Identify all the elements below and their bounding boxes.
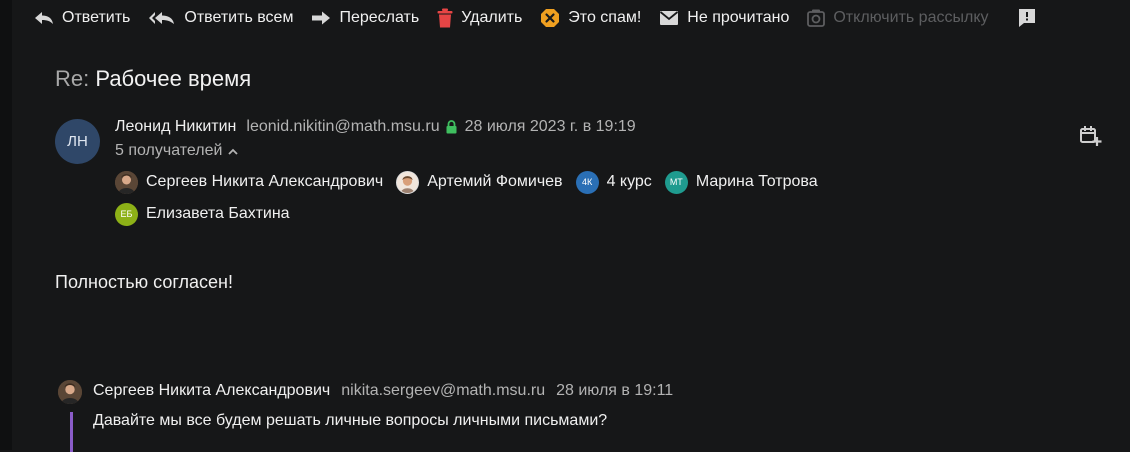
quoted-text: Давайте мы все будем решать личные вопро… (93, 412, 608, 429)
recipient-chip[interactable]: 4К 4 курс (575, 170, 652, 194)
chevron-up-icon (228, 148, 239, 155)
message-body: Полностью согласен! (55, 272, 233, 292)
reply-all-button[interactable]: Ответить всем (139, 0, 302, 36)
message-toolbar: Ответить Ответить всем Переслать Удалить… (12, 0, 1130, 36)
recipient-avatar: 4К (575, 170, 599, 194)
forward-label: Переслать (339, 9, 420, 26)
spam-icon (541, 9, 560, 27)
reply-arrow-icon (35, 12, 53, 24)
forward-button[interactable]: Переслать (302, 0, 428, 36)
unsubscribe-button[interactable]: Отключить рассылку (798, 0, 997, 36)
recipient-chip[interactable]: МТ Марина Тотрова (664, 170, 818, 194)
unsubscribe-label: Отключить рассылку (833, 9, 989, 26)
lock-icon (446, 120, 457, 134)
spam-label: Это спам! (568, 9, 642, 26)
sender-line: Леонид Никитин leonid.nikitin@math.msu.r… (115, 118, 636, 136)
spam-button[interactable]: Это спам! (531, 0, 650, 36)
quoted-header: Сергеев Никита Александрович nikita.serg… (93, 382, 673, 400)
sender-email[interactable]: leonid.nikitin@math.msu.ru (246, 118, 439, 136)
quoted-avatar[interactable] (58, 380, 82, 404)
forward-arrow-icon (312, 11, 331, 25)
quoted-sender-name[interactable]: Сергеев Никита Александрович (93, 382, 330, 400)
recipient-avatar: МТ (664, 170, 688, 194)
recipient-avatar: ЕБ (115, 202, 138, 226)
unread-label: Не прочитано (687, 9, 790, 26)
recipients-toggle[interactable]: 5 получателей (115, 142, 239, 160)
quoted-date: 28 июля в 19:11 (556, 382, 674, 399)
recipient-chip[interactable]: Сергеев Никита Александрович (115, 170, 383, 194)
message-date: 28 июля 2023 г. в 19:19 (464, 118, 636, 135)
calendar-add-icon[interactable] (1078, 124, 1102, 148)
recipient-chip[interactable]: Артемий Фомичев (396, 170, 563, 194)
subject-text: Рабочее время (95, 66, 252, 91)
trash-icon (437, 8, 453, 28)
comment-icon (1018, 9, 1035, 27)
recipient-chip[interactable]: ЕБ Елизавета Бахтина (115, 202, 290, 226)
reply-all-icon (149, 12, 175, 24)
sender-avatar[interactable]: ЛН (55, 119, 100, 164)
recipient-name: Артемий Фомичев (427, 173, 563, 190)
unread-button[interactable]: Не прочитано (650, 0, 798, 36)
recipients-count: 5 получателей (115, 142, 223, 159)
recipients-list: Сергеев Никита Александрович Артемий Фом… (115, 170, 935, 226)
recipient-name: Сергеев Никита Александрович (146, 173, 384, 190)
subject-prefix: Re: (55, 66, 90, 91)
recipient-avatar (115, 170, 138, 194)
quoted-sender-email[interactable]: nikita.sergeev@math.msu.ru (341, 382, 545, 400)
reply-label: Ответить (62, 9, 131, 26)
unsubscribe-icon (807, 9, 826, 27)
sender-name[interactable]: Леонид Никитин (115, 118, 236, 136)
more-actions-button[interactable] (1008, 0, 1054, 36)
delete-label: Удалить (461, 9, 523, 26)
envelope-icon (660, 11, 679, 25)
reply-button[interactable]: Ответить (12, 0, 139, 36)
quote-bar (70, 412, 73, 452)
reply-all-label: Ответить всем (184, 9, 294, 26)
left-strip (0, 0, 12, 450)
recipient-name: Марина Тотрова (695, 173, 818, 190)
recipient-name: 4 курс (606, 173, 652, 190)
recipient-name: Елизавета Бахтина (146, 205, 290, 222)
message-subject: Re: Рабочее время (55, 66, 251, 92)
recipient-avatar (396, 170, 420, 194)
delete-button[interactable]: Удалить (428, 0, 531, 36)
